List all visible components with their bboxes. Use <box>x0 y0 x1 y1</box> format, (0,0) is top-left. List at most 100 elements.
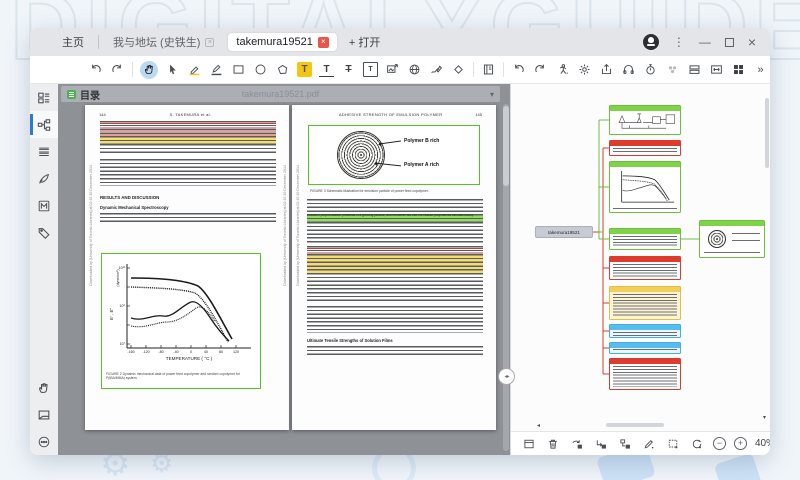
new-node-icon[interactable] <box>521 436 536 451</box>
red-underlined-text[interactable] <box>100 121 276 136</box>
text-underline-icon[interactable]: T <box>319 62 334 77</box>
redo-annotation-icon[interactable] <box>533 62 548 77</box>
mindmap-horizontal-scrollbar[interactable] <box>606 423 664 427</box>
mindmap-node-image[interactable] <box>609 161 681 213</box>
mindmap-node-text[interactable] <box>609 358 681 390</box>
scroll-down-icon[interactable]: ▾ <box>763 414 766 421</box>
link-node-icon[interactable] <box>569 436 584 451</box>
sidebar-more-options-icon[interactable] <box>30 428 58 455</box>
mindmap-root-node[interactable]: takemura19521 <box>535 226 593 238</box>
subsection-heading: Dynamic Mechanical Spectroscopy <box>100 205 168 210</box>
rectangle-tool-icon[interactable] <box>231 62 246 77</box>
tab-document-1[interactable]: 我与地坛 (史铁生) × <box>107 34 220 50</box>
yellow-highlighted-text[interactable] <box>307 254 483 273</box>
plugin-icon[interactable] <box>665 62 680 77</box>
highlighter-icon[interactable] <box>187 62 202 77</box>
node-pen-icon[interactable] <box>641 436 656 451</box>
close-button[interactable]: × <box>748 36 756 48</box>
toc-icon[interactable] <box>67 90 76 99</box>
zoom-out-button[interactable]: − <box>713 437 726 450</box>
toolbar-overflow-icon[interactable]: » <box>753 62 768 77</box>
mindmap-node-image[interactable] <box>609 105 681 135</box>
mindmap-node-text[interactable] <box>609 324 681 338</box>
mindmap-canvas[interactable]: takemura19521 <box>511 84 770 431</box>
maximize-button[interactable] <box>725 38 734 47</box>
loop-refresh-icon[interactable] <box>689 436 704 451</box>
svg-text:-160: -160 <box>127 350 134 354</box>
undo-icon[interactable] <box>88 62 103 77</box>
download-sidenote: Downloaded by [University of Toronto Lib… <box>283 165 287 286</box>
sidebar-list-icon[interactable] <box>30 138 58 165</box>
mindmap-vertical-scrollbar[interactable] <box>765 98 769 168</box>
pen-icon[interactable] <box>209 62 224 77</box>
text-highlight-icon[interactable]: T <box>297 62 312 77</box>
user-avatar[interactable] <box>643 34 659 50</box>
mindmap-node-text[interactable] <box>609 286 681 320</box>
text-strikethrough-icon[interactable]: T <box>341 62 356 77</box>
red-underlined-text[interactable] <box>307 246 483 254</box>
mindmap-node-text[interactable] <box>609 256 681 280</box>
sidebar-hand-gesture-icon[interactable] <box>30 374 58 401</box>
pdf-page-left[interactable]: 144 S. TAKEMURA et al. Downloaded by [Un… <box>85 105 289 430</box>
node-text-lines <box>613 332 677 337</box>
sidebar-tags-icon[interactable] <box>30 219 58 246</box>
split-layout-icon[interactable] <box>687 62 702 77</box>
menu-dots-icon[interactable]: ⋮ <box>673 36 685 48</box>
mindmap-node-text[interactable] <box>609 342 681 354</box>
zoom-in-button[interactable]: + <box>734 437 747 450</box>
tab-close-icon[interactable]: × <box>318 37 329 48</box>
mindmap-node-text[interactable] <box>609 140 681 156</box>
minimize-button[interactable]: — <box>699 36 711 48</box>
pdf-page-right[interactable]: ADHESIVE STRENGTH OF EMULSION POLYMER 14… <box>292 105 496 430</box>
tab-close-icon[interactable]: × <box>205 38 214 47</box>
export-icon[interactable] <box>599 62 614 77</box>
audio-reading-icon[interactable] <box>621 62 636 77</box>
eraser-icon[interactable] <box>451 62 466 77</box>
mindmap-node-text[interactable] <box>609 228 681 250</box>
image-capture-icon[interactable] <box>385 62 400 77</box>
reader-figure-icon[interactable] <box>555 62 570 77</box>
node-text-lines <box>613 236 677 247</box>
title-bar: 主页 我与地坛 (史铁生) × takemura19521 × + 打开 ⋮ —… <box>30 28 770 56</box>
panel-splitter-button[interactable]: ◂▸ <box>498 368 515 385</box>
grid-view-icon[interactable] <box>731 62 746 77</box>
toc-label[interactable]: 目录 <box>80 87 100 102</box>
ellipse-tool-icon[interactable] <box>253 62 268 77</box>
tab-document-2-active[interactable]: takemura19521 × <box>228 33 336 51</box>
tab-home[interactable]: 主页 <box>56 34 90 50</box>
green-highlighted-text[interactable]: emulsion polymerization proceeds in a gr… <box>307 214 483 222</box>
page-header: ADHESIVE STRENGTH OF EMULSION POLYMER 14… <box>306 112 482 117</box>
redo-icon[interactable] <box>110 62 125 77</box>
trash-icon[interactable] <box>545 436 560 451</box>
sidebar-markdown-note-icon[interactable] <box>30 192 58 219</box>
yellow-highlighted-text[interactable] <box>100 136 276 144</box>
hand-tool-icon[interactable] <box>140 61 158 79</box>
sidebar-quill-annotation-icon[interactable] <box>30 165 58 192</box>
signature-pen-icon[interactable] <box>429 62 444 77</box>
polygon-tool-icon[interactable] <box>275 62 290 77</box>
chevron-down-icon[interactable]: ▾ <box>490 90 494 99</box>
mindmap-node-image[interactable] <box>699 220 765 258</box>
divider <box>473 62 474 77</box>
scroll-left-icon[interactable]: ◂ <box>537 422 540 429</box>
add-child-node-icon[interactable] <box>593 436 608 451</box>
undo-annotation-icon[interactable] <box>511 62 526 77</box>
sidebar-mindmap-icon[interactable] <box>30 111 58 138</box>
settings-gear-icon[interactable] <box>577 62 592 77</box>
open-file-button[interactable]: + 打开 <box>349 34 380 50</box>
add-sibling-node-icon[interactable] <box>617 436 632 451</box>
figure2-caption: FIGURE 2 Dynamic mechanical data of powe… <box>106 372 256 381</box>
figure2-annotation-box[interactable]: -160 -120 -80 -40 0 40 80 120 10¹¹ 10⁹ <box>101 253 261 389</box>
marquee-select-icon[interactable] <box>665 436 680 451</box>
figure3-annotation-box[interactable]: Polymer B rich Polymer A rich <box>308 125 480 185</box>
timer-icon[interactable] <box>643 62 658 77</box>
fit-width-icon[interactable] <box>709 62 724 77</box>
notebook-icon[interactable] <box>481 62 496 77</box>
sidebar-thumbnails-icon[interactable] <box>30 84 58 111</box>
sidebar-book-layout-icon[interactable] <box>30 401 58 428</box>
pointer-tool-icon[interactable] <box>165 62 180 77</box>
text-box-icon[interactable]: T <box>363 62 378 77</box>
pdf-viewer[interactable]: 目录 takemura19521.pdf ▾ 144 S. TAKEMURA e… <box>58 84 510 455</box>
translate-globe-icon[interactable] <box>407 62 422 77</box>
pdf-scrollbar-thumb[interactable] <box>503 106 509 186</box>
